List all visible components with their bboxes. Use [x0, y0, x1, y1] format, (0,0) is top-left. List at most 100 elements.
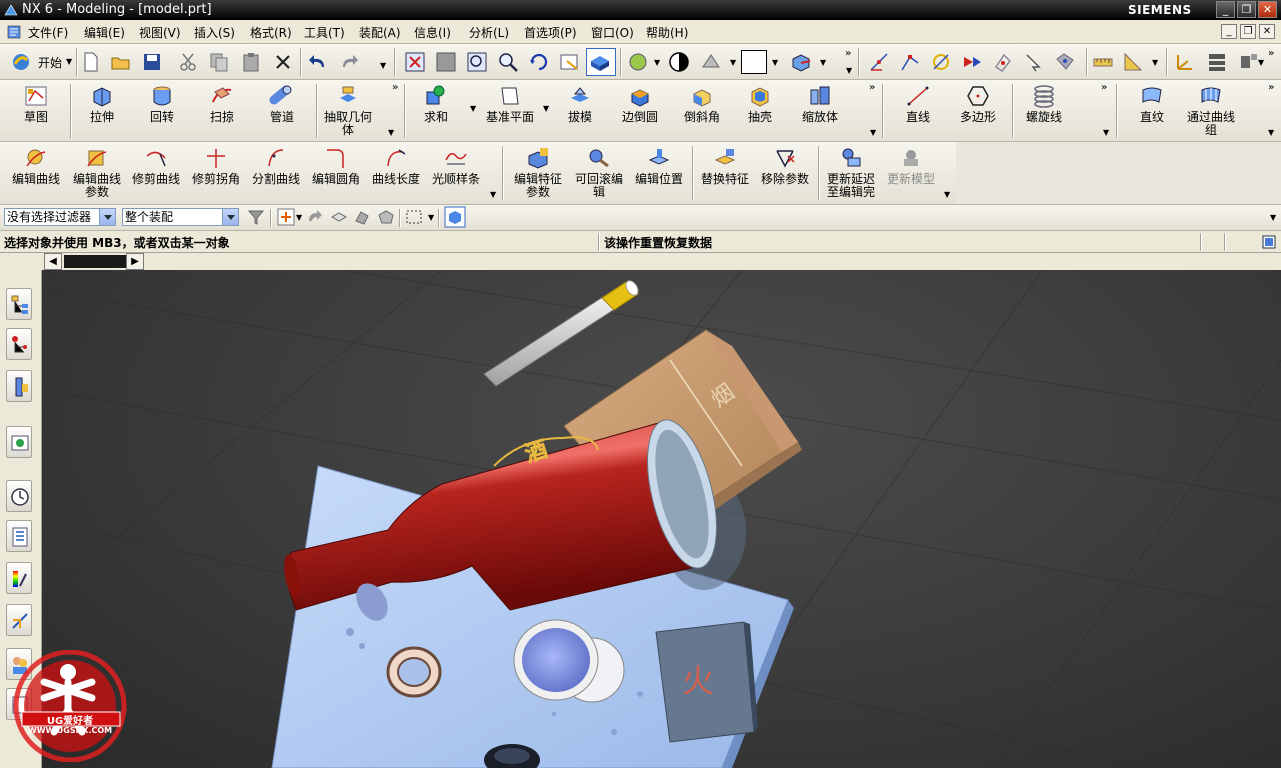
contrast-icon[interactable] [668, 51, 690, 73]
menu-tools[interactable]: 工具(T) [304, 24, 345, 41]
edit-feature-params-button[interactable]: 编辑特征参数 [510, 146, 566, 199]
draft-button[interactable]: 拔模 [558, 84, 602, 124]
select-face-icon[interactable] [352, 207, 372, 227]
tab-scroll-left-button[interactable]: ◀ [44, 253, 62, 270]
zoom-icon[interactable] [466, 51, 488, 73]
tube-button[interactable]: 管道 [260, 84, 304, 124]
fullscreen-icon[interactable] [1262, 235, 1276, 249]
menu-insert[interactable]: 插入(S) [194, 24, 235, 41]
graphics-window[interactable]: 烟 酒 火 [42, 270, 1281, 768]
menu-help[interactable]: 帮助(H) [646, 24, 688, 41]
control-point-icon[interactable] [961, 51, 983, 73]
measure-angle-icon[interactable] [1122, 51, 1144, 73]
zoom-window-icon[interactable] [435, 51, 457, 73]
save-icon[interactable] [141, 51, 163, 73]
show-cube-icon[interactable] [444, 206, 466, 228]
polygon-button[interactable]: 多边形 [954, 84, 1002, 124]
select-body-icon[interactable] [376, 207, 396, 227]
revolve-button[interactable]: 回转 [140, 84, 184, 124]
rotate-icon[interactable] [528, 51, 550, 73]
trim-curve-button[interactable]: 修剪曲线 [130, 146, 182, 186]
part-navigator-tab[interactable] [6, 370, 32, 402]
edit-position-button[interactable]: 编辑位置 [632, 146, 686, 186]
delete-icon[interactable] [272, 51, 294, 73]
replace-feature-button[interactable]: 替换特征 [698, 146, 752, 186]
tab-scroll-right-button[interactable]: ▶ [126, 253, 144, 270]
doc-minimize-button[interactable]: _ [1221, 24, 1237, 39]
label-tile[interactable]: 火 [655, 621, 758, 743]
extrude-button[interactable]: 拉伸 [80, 84, 124, 124]
wcs-icon[interactable] [1174, 51, 1196, 73]
remove-params-button[interactable]: 移除参数 [758, 146, 812, 186]
donut-ring[interactable] [386, 646, 442, 698]
measure-distance-icon[interactable] [1092, 51, 1114, 73]
minimize-button[interactable]: _ [1216, 1, 1235, 18]
zoom-in-out-icon[interactable] [497, 51, 519, 73]
point-on-curve-icon[interactable] [1023, 51, 1045, 73]
smooth-spline-button[interactable]: 光顺样条 [430, 146, 482, 186]
update-delayed-button[interactable]: 更新延迟至编辑完 [822, 146, 880, 199]
curve-length-button[interactable]: 曲线长度 [370, 146, 422, 186]
menu-format[interactable]: 格式(R) [250, 24, 292, 41]
constraint-navigator-tab[interactable] [6, 328, 32, 360]
shadow-icon[interactable] [700, 51, 722, 73]
doc-close-button[interactable]: ✕ [1259, 24, 1275, 39]
part-tab[interactable] [64, 255, 126, 268]
snap-point-toggle-icon[interactable] [276, 207, 296, 227]
ruled-button[interactable]: 直纹 [1130, 84, 1174, 124]
view-orient-icon[interactable] [790, 51, 812, 73]
close-button[interactable]: ✕ [1258, 1, 1277, 18]
line-button[interactable]: 直线 [896, 84, 940, 124]
chamfer-button[interactable]: 倒斜角 [678, 84, 726, 124]
process-studio-tab[interactable] [6, 604, 32, 636]
menu-file[interactable]: 文件(F) [28, 24, 68, 41]
menu-preferences[interactable]: 首选项(P) [524, 24, 577, 41]
update-model-button[interactable]: 更新模型 [882, 146, 940, 186]
rollback-edit-button[interactable]: 可回滚编辑 [572, 146, 626, 199]
menu-window[interactable]: 窗口(O) [591, 24, 634, 41]
select-feature-icon[interactable] [329, 207, 349, 227]
extract-geometry-button[interactable]: 抽取几何体 [320, 84, 376, 137]
perspective-icon[interactable] [559, 51, 581, 73]
assembly-nav-icon[interactable] [1206, 51, 1228, 73]
selection-scope-dropdown[interactable]: 整个装配 [122, 208, 239, 226]
render-style-button[interactable] [586, 48, 616, 76]
menu-information[interactable]: 信息(I) [414, 24, 451, 41]
edit-curve-params-button[interactable]: 编辑曲线参数 [70, 146, 124, 199]
cut-icon[interactable] [177, 51, 199, 73]
shell-button[interactable]: 抽壳 [738, 84, 782, 124]
select-all-icon[interactable] [305, 207, 325, 227]
type-filter-dropdown[interactable]: 没有选择过滤器 [4, 208, 116, 226]
assembly-constraint-icon[interactable] [1238, 51, 1260, 73]
open-icon[interactable] [110, 51, 132, 73]
mid-point-icon[interactable] [930, 51, 952, 73]
hd3d-tools-tab[interactable] [6, 520, 32, 552]
history-tab[interactable] [6, 480, 32, 512]
cigarette[interactable] [483, 279, 641, 387]
palette-tab[interactable] [6, 562, 32, 594]
sketch-button[interactable]: 草图 [14, 84, 58, 124]
edit-fillet-button[interactable]: 编辑圆角 [310, 146, 362, 186]
through-curves-button[interactable]: 通过曲线组 [1184, 84, 1238, 137]
menu-edit[interactable]: 编辑(E) [84, 24, 125, 41]
assembly-navigator-tab[interactable] [6, 288, 32, 320]
trim-corner-button[interactable]: 修剪拐角 [190, 146, 242, 186]
menu-view[interactable]: 视图(V) [139, 24, 181, 41]
divide-curve-button[interactable]: 分割曲线 [250, 146, 302, 186]
sweep-button[interactable]: 扫掠 [200, 84, 244, 124]
edge-blend-button[interactable]: 边倒圆 [616, 84, 664, 124]
unite-button[interactable]: 求和 [414, 84, 458, 124]
sphere-color-icon[interactable] [627, 51, 649, 73]
edit-curve-button[interactable]: 编辑曲线 [10, 146, 62, 186]
helix-button[interactable]: 螺旋线 [1020, 84, 1068, 124]
scale-body-button[interactable]: 缩放体 [798, 84, 842, 124]
copy-icon[interactable] [208, 51, 230, 73]
new-icon[interactable] [80, 51, 102, 73]
intersection-icon[interactable] [992, 51, 1014, 73]
fit-icon[interactable] [404, 51, 426, 73]
doc-restore-button[interactable]: ❐ [1240, 24, 1256, 39]
start-button[interactable]: 开始 [38, 54, 62, 71]
background-color-swatch[interactable] [741, 50, 767, 74]
maximize-button[interactable]: ❐ [1237, 1, 1256, 18]
rectangle-select-icon[interactable] [404, 207, 424, 227]
